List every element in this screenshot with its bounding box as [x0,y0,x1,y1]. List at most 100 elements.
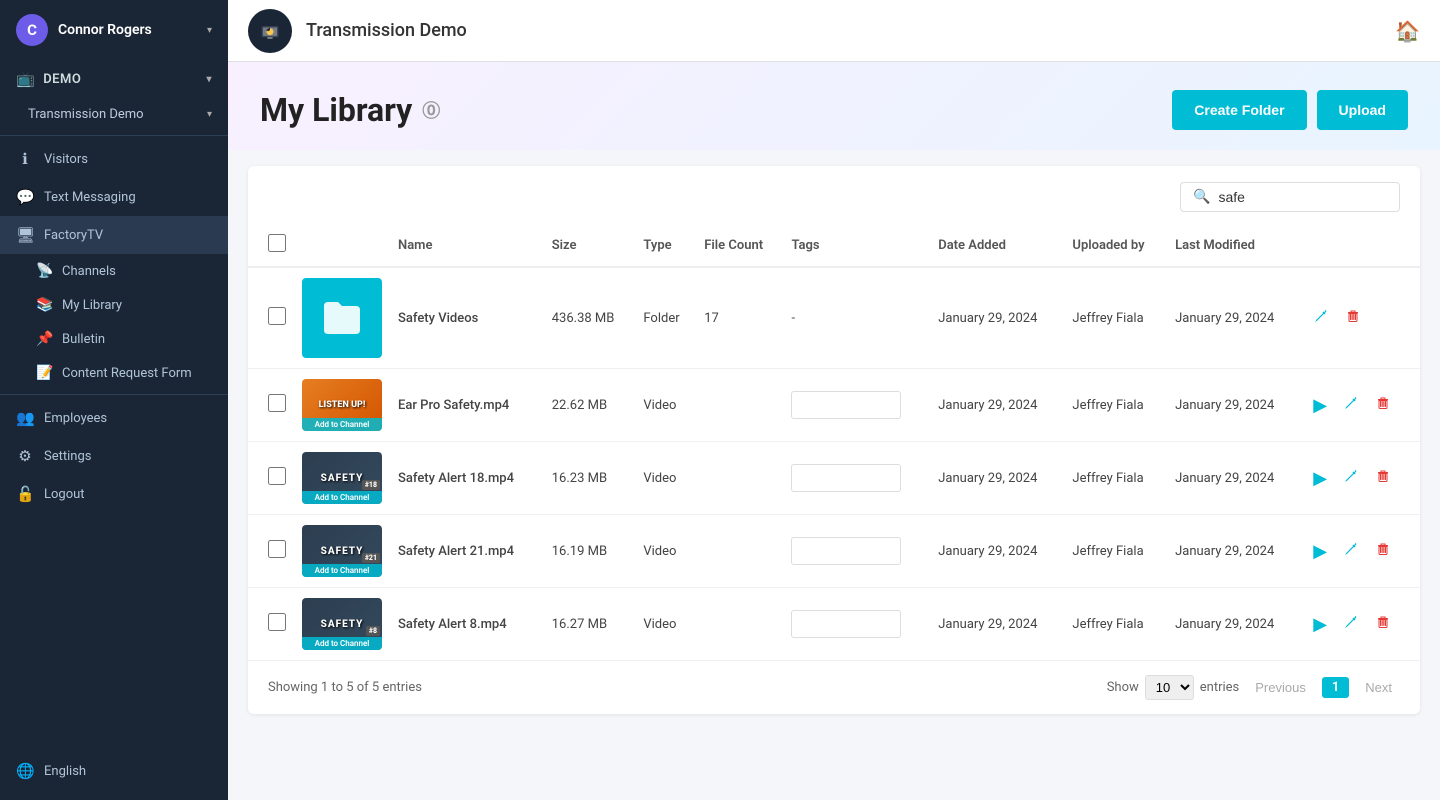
play-button[interactable]: ▶ [1309,537,1331,566]
edit-icon [1343,614,1359,630]
thumb-col [294,224,390,267]
sidebar: C Connor Rogers ▾ 📺 DEMO ▾ Transmission … [0,0,228,800]
upload-button[interactable]: Upload [1317,90,1408,130]
create-folder-button[interactable]: Create Folder [1172,90,1306,130]
last-modified: January 29, 2024 [1167,369,1301,442]
play-button[interactable]: ▶ [1309,391,1331,420]
page-actions: Create Folder Upload [1172,90,1408,130]
edit-button[interactable] [1339,537,1363,566]
select-all-checkbox[interactable] [268,234,286,252]
sidebar-item-label: Employees [44,411,107,426]
demo-label: DEMO [43,72,81,87]
add-to-channel-overlay[interactable]: Add to Channel [302,637,382,650]
thumbnail-cell: LISTEN UP! Add to Channel [294,369,390,442]
row-checkbox-cell [248,442,294,515]
file-type: Video [635,588,696,661]
add-to-channel-overlay[interactable]: Add to Channel [302,564,382,577]
edit-button[interactable] [1339,391,1363,420]
col-actions [1301,224,1420,267]
gear-icon: ⚙ [16,447,34,465]
search-input[interactable] [1218,189,1387,205]
file-type: Video [635,515,696,588]
library-toolbar: 🔍 [248,166,1420,224]
sidebar-user[interactable]: C Connor Rogers ▾ [0,0,228,60]
uploaded-by: Jeffrey Fiala [1064,588,1167,661]
page-header: My Library ⓪ Create Folder Upload [228,62,1440,150]
row-checkbox[interactable] [268,467,286,485]
tags-cell [783,442,930,515]
sidebar-item-label: Channels [62,264,116,279]
sidebar-item-transmission-demo[interactable]: Transmission Demo ▾ [0,98,228,131]
delete-button[interactable] [1341,304,1365,333]
edit-button[interactable] [1339,464,1363,493]
trash-icon [1375,541,1391,557]
help-icon[interactable]: ⓪ [422,97,440,123]
row-checkbox-cell [248,267,294,369]
col-size: Size [544,224,636,267]
show-entries-wrap: Show 10 25 50 entries [1107,675,1240,700]
select-all-col [248,224,294,267]
delete-button[interactable] [1371,391,1395,420]
row-checkbox[interactable] [268,307,286,325]
sidebar-item-my-library[interactable]: 📚 My Library [0,288,228,322]
sidebar-item-demo[interactable]: 📺 DEMO ▾ [0,60,228,98]
sidebar-item-text-messaging[interactable]: 💬 Text Messaging [0,178,228,216]
sidebar-item-logout[interactable]: 🔓 Logout [0,475,228,513]
add-to-channel-overlay[interactable]: Add to Channel [302,491,382,504]
app-logo [248,9,292,53]
add-to-channel-overlay[interactable]: Add to Channel [302,418,382,431]
avatar: C [16,14,48,46]
sidebar-item-factorytv[interactable]: 🖥 FactoryTV [0,216,228,254]
uploaded-by: Jeffrey Fiala [1064,515,1167,588]
file-count [696,515,783,588]
content-area: My Library ⓪ Create Folder Upload 🔍 [228,62,1440,800]
sidebar-item-settings[interactable]: ⚙ Settings [0,437,228,475]
row-checkbox[interactable] [268,540,286,558]
sidebar-item-content-request-form[interactable]: 📝 Content Request Form [0,356,228,390]
col-name: Name [390,224,544,267]
showing-text: Showing 1 to 5 of 5 entries [268,680,422,695]
library-icon: 📚 [36,297,52,313]
table-row: SAFETY #18 Add to Channel Safety Alert 1… [248,442,1420,515]
table-row: Safety Videos436.38 MBFolder17-January 2… [248,267,1420,369]
tags-input[interactable] [791,391,901,419]
tags-input[interactable] [791,464,901,492]
sidebar-item-visitors[interactable]: ℹ Visitors [0,140,228,178]
bulletin-icon: 📌 [36,331,52,347]
sidebar-item-employees[interactable]: 👥 Employees [0,399,228,437]
delete-button[interactable] [1371,464,1395,493]
row-checkbox[interactable] [268,613,286,631]
video-thumbnail: SAFETY #18 Add to Channel [302,452,382,504]
previous-button[interactable]: Previous [1247,676,1314,699]
delete-button[interactable] [1371,537,1395,566]
antenna-icon: 📡 [36,263,52,279]
date-added: January 29, 2024 [930,369,1064,442]
transmission-demo-label: Transmission Demo [28,107,144,122]
edit-icon [1343,395,1359,411]
date-added: January 29, 2024 [930,588,1064,661]
main-content: Transmission Demo 🏠 My Library ⓪ Create … [228,0,1440,800]
last-modified: January 29, 2024 [1167,442,1301,515]
entries-per-page-select[interactable]: 10 25 50 [1145,675,1194,700]
tags-input[interactable] [791,610,901,638]
entries-label: entries [1200,680,1240,695]
play-button[interactable]: ▶ [1309,464,1331,493]
home-icon[interactable]: 🏠 [1395,19,1420,43]
play-button[interactable]: ▶ [1309,610,1331,639]
folder-thumbnail [302,278,382,358]
edit-button[interactable] [1309,304,1333,333]
video-thumbnail: SAFETY #8 Add to Channel [302,598,382,650]
edit-icon [1313,308,1329,324]
thumbnail-cell [294,267,390,369]
tv-icon: 📺 [16,70,35,88]
table-header: Name Size Type File Count Tags Date Adde… [248,224,1420,267]
sidebar-item-language[interactable]: 🌐 English [0,752,228,790]
sidebar-item-bulletin[interactable]: 📌 Bulletin [0,322,228,356]
sidebar-item-channels[interactable]: 📡 Channels [0,254,228,288]
tags-input[interactable] [791,537,901,565]
delete-button[interactable] [1371,610,1395,639]
next-button[interactable]: Next [1357,676,1400,699]
edit-button[interactable] [1339,610,1363,639]
edit-icon [1343,468,1359,484]
row-checkbox[interactable] [268,394,286,412]
